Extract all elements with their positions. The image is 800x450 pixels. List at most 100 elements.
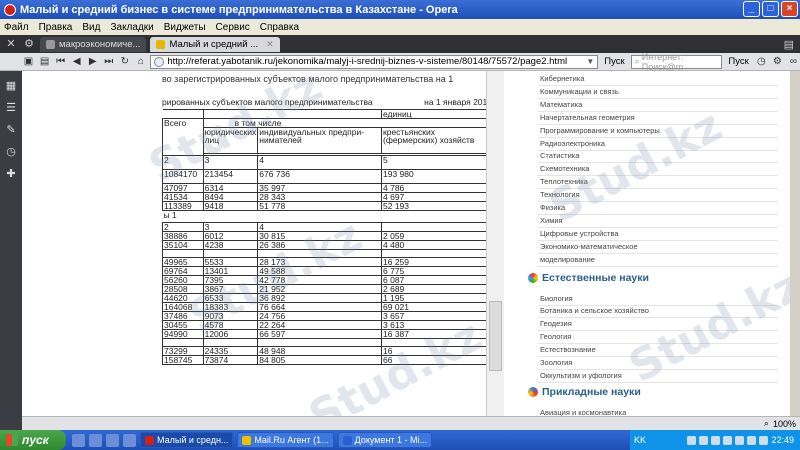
tools-icon[interactable]: ✎ <box>4 123 18 137</box>
menu-help[interactable]: Справка <box>260 22 299 33</box>
sidebar-link[interactable]: Зоология <box>540 358 572 367</box>
minimize-button[interactable]: _ <box>743 1 760 17</box>
history-clock-icon[interactable]: ◷ <box>4 145 18 159</box>
start-label: пуск <box>22 433 49 447</box>
divider <box>538 201 778 203</box>
url-text: http://referat.yabotanik.ru/jekonomika/m… <box>167 56 568 67</box>
table-cell: 16 387 <box>381 329 492 339</box>
go-button[interactable]: Пуск <box>601 56 627 67</box>
settings-icon[interactable]: ⚙ <box>771 55 784 69</box>
system-tray: KK 22:49 <box>630 430 800 450</box>
sidebar-link[interactable]: Физика <box>540 203 565 212</box>
tray-icon[interactable] <box>687 435 697 445</box>
category-natural-sciences[interactable]: Естественные науки <box>528 272 649 284</box>
zoom-icon[interactable]: ⌕ <box>764 418 769 429</box>
binoculars-icon[interactable]: ∞ <box>787 55 800 69</box>
sidebar-link[interactable]: Геодезия <box>540 319 572 328</box>
quick-launch-icon[interactable] <box>106 433 119 447</box>
menu-widgets[interactable]: Виджеты <box>164 22 206 33</box>
add-panel-icon[interactable]: ✚ <box>4 167 18 181</box>
rewind-icon[interactable]: ⏮ <box>54 55 67 69</box>
address-field[interactable]: http://referat.yabotanik.ru/jekonomika/m… <box>150 54 599 69</box>
windows-logo-icon <box>6 434 18 446</box>
category-title: Прикладные науки <box>542 385 641 398</box>
sidebar-link[interactable]: Коммуникации и связь <box>540 87 619 96</box>
divider <box>538 162 778 164</box>
maximize-button[interactable]: □ <box>762 1 779 17</box>
col-ind-header: индивидуальных предпри-нимателей <box>257 127 382 154</box>
taskbar-item-word[interactable]: Документ 1 - Mi... <box>337 432 433 448</box>
sidebar-link[interactable]: Математика <box>540 100 582 109</box>
sidebar-link[interactable]: Кибернетика <box>540 74 584 83</box>
sidebar-link[interactable]: Ботаника и сельское хозяйство <box>540 306 649 315</box>
divider <box>538 265 778 267</box>
tray-icon[interactable] <box>759 435 769 445</box>
taskbar-item-mail-agent[interactable]: Mail.Ru Агент (1... <box>237 432 334 448</box>
tab-macroeconomics[interactable]: макроэкономиче... <box>40 36 147 52</box>
tray-icon[interactable] <box>699 435 709 445</box>
table-row: 113389 9418 51 778 52 193 <box>162 201 492 211</box>
tray-icon[interactable] <box>711 435 721 445</box>
word-icon <box>342 435 352 445</box>
sidebar-link[interactable]: Радиоэлектроника <box>540 139 605 148</box>
menu-bookmarks[interactable]: Закладки <box>110 22 153 33</box>
category-applied-sciences[interactable]: Прикладные науки <box>528 386 641 398</box>
sidebar-link[interactable]: Цифровые устройства <box>540 229 619 238</box>
search-go-button[interactable]: Пуск <box>725 56 751 67</box>
sidebar-link[interactable]: моделирование <box>540 255 595 264</box>
table-row: 158745 73874 84 805 66 <box>162 355 492 365</box>
print-icon[interactable]: ▤ <box>38 55 51 69</box>
fast-forward-icon[interactable]: ⏭ <box>102 55 115 69</box>
tray-icon[interactable] <box>735 435 745 445</box>
widgets-icon[interactable]: ▦ <box>4 79 18 93</box>
table-cell <box>381 338 492 347</box>
table-row: 1084170 213454 676 736 193 980 <box>162 169 492 184</box>
sidebar-link[interactable]: Технология <box>540 190 580 199</box>
table-cell: 1084170 <box>162 169 204 184</box>
back-icon[interactable]: ◀ <box>70 55 83 69</box>
close-button[interactable]: × <box>781 1 798 17</box>
table-cell: 158745 <box>162 355 204 365</box>
quick-launch-icon[interactable] <box>72 433 85 447</box>
quick-launch-icon[interactable] <box>89 433 102 447</box>
notes-icon[interactable]: ☰ <box>4 101 18 115</box>
home-icon[interactable]: ⌂ <box>134 55 147 69</box>
chevron-down-icon[interactable]: ▼ <box>586 57 594 66</box>
speed-dial-icon[interactable]: ⚙ <box>22 37 36 51</box>
save-icon[interactable]: ▣ <box>22 55 35 69</box>
sidebar-link[interactable]: Авиация и космонавтика <box>540 408 626 416</box>
tab-active-page[interactable]: Малый и средний ... ✕ <box>150 36 280 52</box>
search-engine-icon[interactable]: ⌕ <box>635 56 640 67</box>
sidebar-link[interactable]: Биология <box>540 294 573 303</box>
start-button[interactable]: пуск <box>0 430 66 450</box>
tray-icon[interactable] <box>723 435 733 445</box>
sidebar-link[interactable]: Естествознание <box>540 345 596 354</box>
tab-menu-icon[interactable]: ▤ <box>784 38 794 51</box>
menu-view[interactable]: Вид <box>82 22 100 33</box>
language-indicator[interactable]: KK <box>634 435 646 445</box>
scrollbar-thumb[interactable] <box>489 301 502 371</box>
menu-file[interactable]: Файл <box>4 22 29 33</box>
sidebar-link[interactable]: Экономико-математическое <box>540 242 638 251</box>
sidebar-link[interactable]: Химия <box>540 216 563 225</box>
sidebar-link[interactable]: Схемотехника <box>540 164 589 173</box>
menu-edit[interactable]: Правка <box>39 22 73 33</box>
tray-icon[interactable] <box>747 435 757 445</box>
search-input[interactable]: ⌕ Интернет: Поиск@m <box>630 52 723 72</box>
reload-icon[interactable]: ↻ <box>118 55 131 69</box>
page-scrollbar[interactable] <box>486 71 504 416</box>
sidebar-link[interactable]: Теплотехника <box>540 177 588 186</box>
sidebar-link[interactable]: Геология <box>540 332 571 341</box>
sidebar-link[interactable]: Статистика <box>540 151 579 160</box>
clock-icon[interactable]: ◷ <box>755 55 768 69</box>
sidebar-link[interactable]: Начертательная геометрия <box>540 113 635 122</box>
sidebar-link[interactable]: Программирование и компьютеры <box>540 126 660 135</box>
panel-toggle-icon[interactable]: ✕ <box>4 37 18 51</box>
sidebar-link[interactable]: Оккультизм и уфология <box>540 371 622 380</box>
quick-launch-icon[interactable] <box>123 433 136 447</box>
forward-icon[interactable]: ▶ <box>86 55 99 69</box>
zoom-level[interactable]: 100% <box>773 419 796 429</box>
close-tab-icon[interactable]: ✕ <box>266 39 274 50</box>
menu-tools[interactable]: Сервис <box>216 22 250 33</box>
taskbar-item-opera[interactable]: Малый и средн... <box>140 432 234 448</box>
